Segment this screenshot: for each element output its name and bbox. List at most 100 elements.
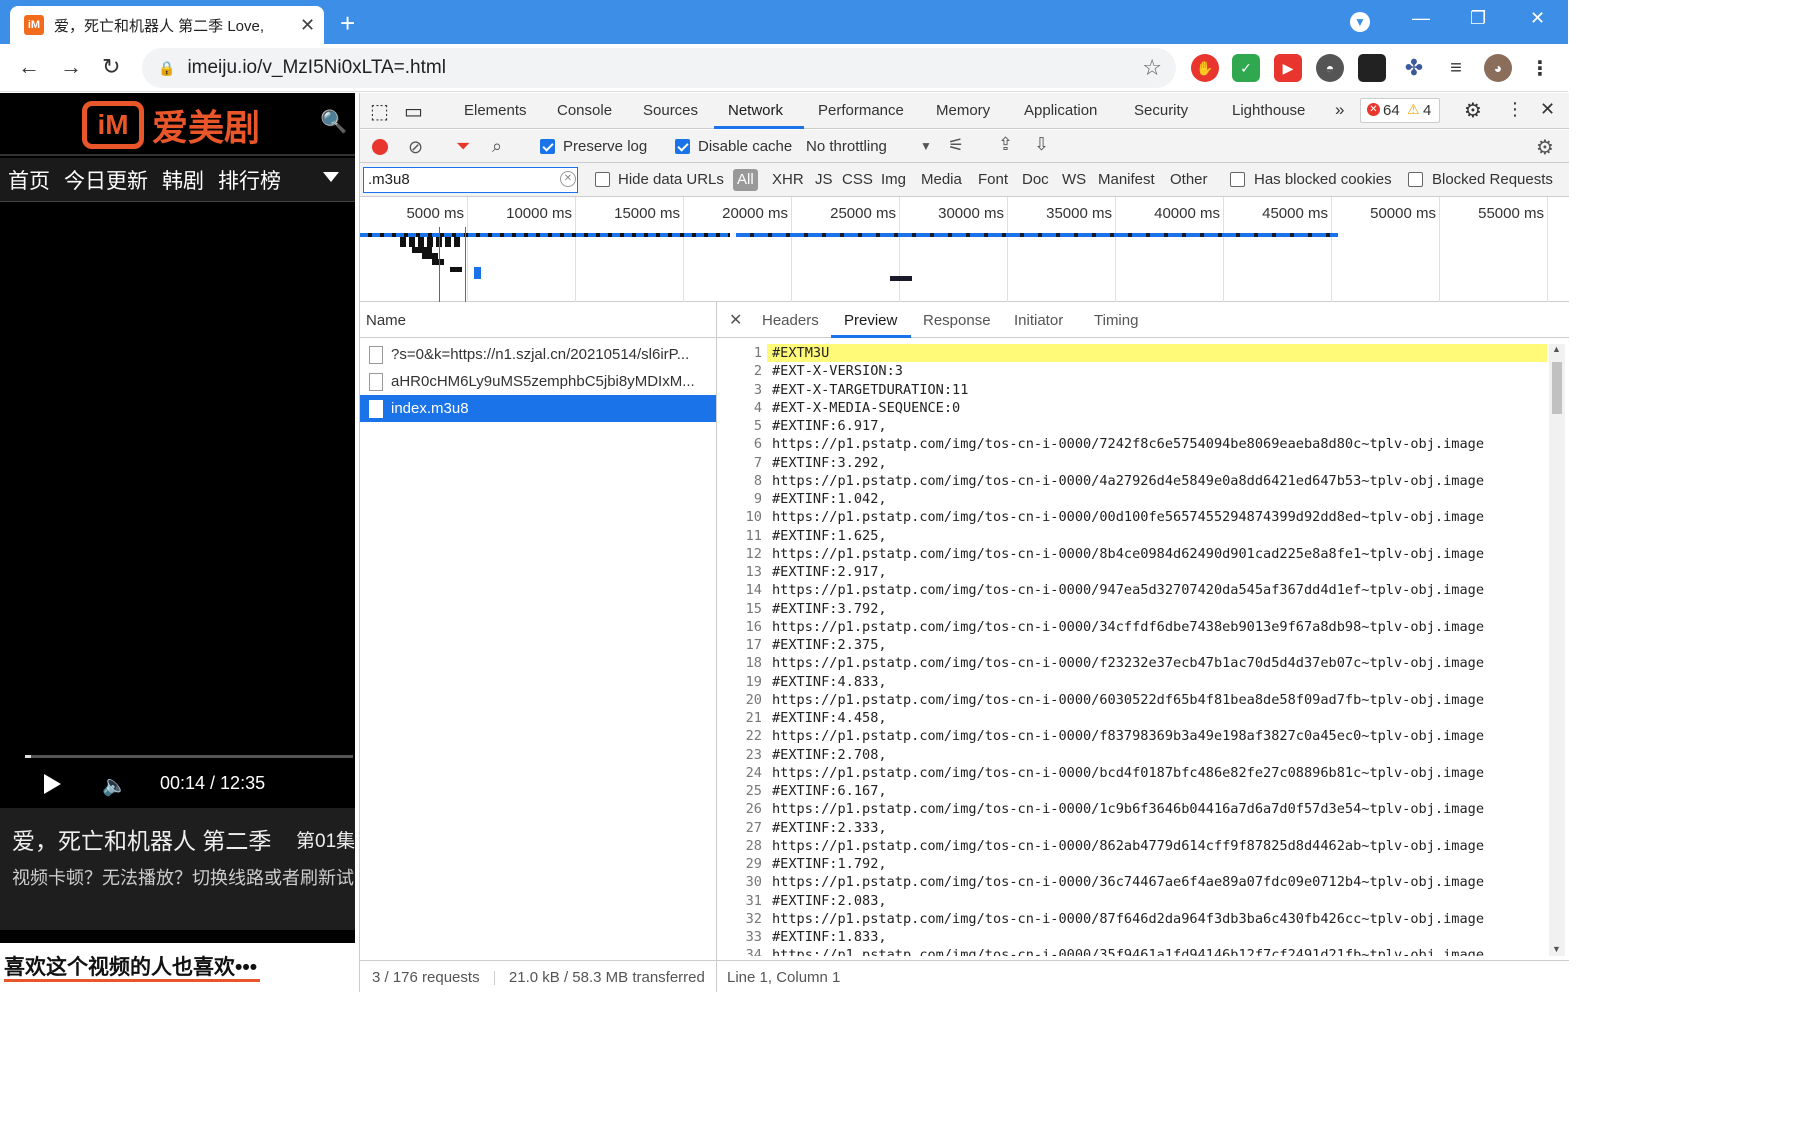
tab-network[interactable]: Network — [728, 102, 783, 119]
type-filter-img[interactable]: Img — [881, 171, 906, 188]
disable-cache-checkbox[interactable] — [675, 139, 690, 154]
throttling-select[interactable]: No throttling — [806, 138, 887, 155]
record-icon[interactable] — [372, 139, 388, 155]
code-line: 32 https://p1.pstatp.com/img/tos-cn-i-000… — [717, 910, 1547, 928]
address-bar[interactable]: 🔒 imeiju.io/v_MzI5Ni0xLTA=.html ☆ — [142, 48, 1176, 88]
close-devtools-icon[interactable]: ✕ — [1540, 99, 1555, 120]
network-conditions-icon[interactable]: ⚟ — [948, 135, 964, 156]
puzzle-extensions-icon[interactable]: ✤ — [1400, 54, 1428, 82]
grid-line — [1115, 197, 1116, 302]
cursor-position: Line 1, Column 1 — [717, 960, 1569, 992]
tab-sources[interactable]: Sources — [643, 102, 698, 119]
line-number: 32 — [745, 910, 762, 927]
close-tab-icon[interactable]: ✕ — [300, 15, 315, 36]
type-filter-font[interactable]: Font — [978, 171, 1008, 188]
type-filter-xhr[interactable]: XHR — [772, 171, 804, 188]
line-content: #EXTINF:4.458, — [772, 710, 887, 726]
adblock-extension-icon[interactable]: ✋ — [1191, 54, 1219, 82]
more-tabs-icon[interactable]: » — [1335, 100, 1344, 120]
tab-timing[interactable]: Timing — [1094, 312, 1138, 329]
new-tab-icon[interactable]: + — [340, 8, 355, 39]
import-har-icon[interactable]: ⇪ — [998, 134, 1013, 155]
has-blocked-cookies-checkbox[interactable] — [1230, 172, 1245, 187]
export-har-icon[interactable]: ⇩ — [1034, 134, 1049, 155]
clear-icon[interactable]: ⊘ — [408, 137, 423, 158]
type-filter-js[interactable]: JS — [815, 171, 833, 188]
tab-lighthouse[interactable]: Lighthouse — [1232, 102, 1305, 119]
settings-gear-icon[interactable]: ⚙ — [1464, 98, 1482, 123]
type-filter-manifest[interactable]: Manifest — [1098, 171, 1155, 188]
filter-input[interactable]: .m3u8 — [363, 167, 578, 193]
reload-icon[interactable]: ↻ — [102, 54, 120, 80]
nav-item-home[interactable]: 首页 — [8, 165, 50, 195]
tab-search-icon[interactable]: ▼ — [1350, 12, 1370, 32]
issues-counter[interactable]: ✕ 64 ⚠ 4 — [1360, 98, 1440, 123]
browser-tab[interactable]: iM 爱，死亡和机器人 第二季 Love, ✕ — [10, 6, 324, 44]
network-overview[interactable]: 5000 ms 10000 ms 15000 ms 20000 ms 25000… — [360, 197, 1569, 302]
waterfall-bar — [736, 233, 1338, 237]
hide-data-urls-checkbox[interactable] — [595, 172, 610, 187]
incognito-extension-icon[interactable]: ◓ — [1316, 54, 1344, 82]
type-filter-doc[interactable]: Doc — [1022, 171, 1049, 188]
type-filter-other[interactable]: Other — [1170, 171, 1208, 188]
search-icon[interactable]: 🔍 — [320, 109, 347, 135]
filter-icon[interactable]: ⏷ — [456, 136, 470, 157]
nav-item-kdrama[interactable]: 韩剧 — [162, 165, 204, 195]
tab-performance[interactable]: Performance — [818, 102, 904, 119]
tab-elements[interactable]: Elements — [464, 102, 527, 119]
network-settings-icon[interactable]: ⚙ — [1536, 135, 1554, 160]
bookmark-star-icon[interactable]: ☆ — [1142, 55, 1162, 81]
site-logo[interactable]: iM 爱美剧 — [82, 99, 260, 151]
media-control-icon[interactable]: ≡ — [1442, 54, 1470, 82]
code-viewer[interactable]: 1 #EXTM3U 2 #EXT-X-VERSION:3 3 #EXT-X-TARGETD… — [717, 344, 1547, 956]
clear-filter-icon[interactable]: ✕ — [560, 171, 576, 187]
shield-extension-icon[interactable]: ✓ — [1232, 54, 1260, 82]
blocked-requests-checkbox[interactable] — [1408, 172, 1423, 187]
browser-menu-icon[interactable]: ⋮ — [1526, 54, 1554, 82]
tab-initiator[interactable]: Initiator — [1014, 312, 1063, 329]
tab-preview[interactable]: Preview — [844, 312, 897, 329]
chevron-down-icon[interactable] — [323, 172, 339, 182]
tab-console[interactable]: Console — [557, 102, 612, 119]
play-icon[interactable] — [44, 774, 61, 794]
youtube-extension-icon[interactable]: ▶ — [1274, 54, 1302, 82]
scrollbar-thumb[interactable] — [1552, 362, 1562, 414]
tab-response[interactable]: Response — [923, 312, 991, 329]
type-filter-media[interactable]: Media — [921, 171, 962, 188]
request-row-selected[interactable]: index.m3u8 — [360, 395, 716, 422]
inspect-element-icon[interactable]: ⬚ — [370, 99, 389, 124]
forward-icon[interactable]: → — [60, 54, 82, 80]
tab-application[interactable]: Application — [1024, 102, 1097, 119]
back-icon[interactable]: ← — [18, 54, 40, 80]
profile-avatar[interactable]: ◕ — [1484, 54, 1512, 82]
error-icon: ✕ — [1367, 103, 1380, 116]
tab-headers[interactable]: Headers — [762, 312, 819, 329]
type-filter-ws[interactable]: WS — [1062, 171, 1086, 188]
request-row[interactable]: ?s=0&k=https://n1.szjal.cn/20210514/sl6i… — [360, 341, 716, 368]
type-filter-css[interactable]: CSS — [842, 171, 873, 188]
minimize-icon[interactable]: — — [1412, 8, 1430, 29]
search-icon[interactable]: ⌕ — [492, 136, 502, 157]
restore-icon[interactable]: ❐ — [1470, 8, 1486, 29]
tab-memory[interactable]: Memory — [936, 102, 990, 119]
grid-line — [1007, 197, 1008, 302]
close-detail-icon[interactable]: ✕ — [729, 310, 742, 330]
nav-item-ranking[interactable]: 排行榜 — [218, 165, 281, 195]
video-player[interactable] — [0, 203, 355, 808]
nav-item-updates[interactable]: 今日更新 — [64, 165, 148, 195]
type-filter-all[interactable]: All — [733, 169, 758, 191]
request-row[interactable]: aHR0cHM6Ly9uMS5zemphbC5jbi8yMDIxM... — [360, 368, 716, 395]
scroll-up-icon[interactable]: ▲ — [1552, 344, 1561, 354]
window-close-icon[interactable]: ✕ — [1530, 8, 1545, 29]
tab-security[interactable]: Security — [1134, 102, 1188, 119]
extension-icon[interactable] — [1358, 54, 1386, 82]
devtools-menu-icon[interactable]: ⋮ — [1506, 99, 1524, 120]
name-column-header[interactable]: Name — [360, 302, 716, 338]
vertical-scrollbar[interactable]: ▲ ▼ — [1549, 344, 1565, 956]
volume-icon[interactable]: 🔈 — [102, 773, 127, 798]
scroll-down-icon[interactable]: ▼ — [1552, 944, 1561, 954]
device-toolbar-icon[interactable]: ▭ — [404, 99, 423, 124]
video-progress-bar[interactable] — [25, 755, 353, 758]
preserve-log-checkbox[interactable] — [540, 139, 555, 154]
throttling-dropdown-icon[interactable]: ▼ — [920, 139, 932, 153]
